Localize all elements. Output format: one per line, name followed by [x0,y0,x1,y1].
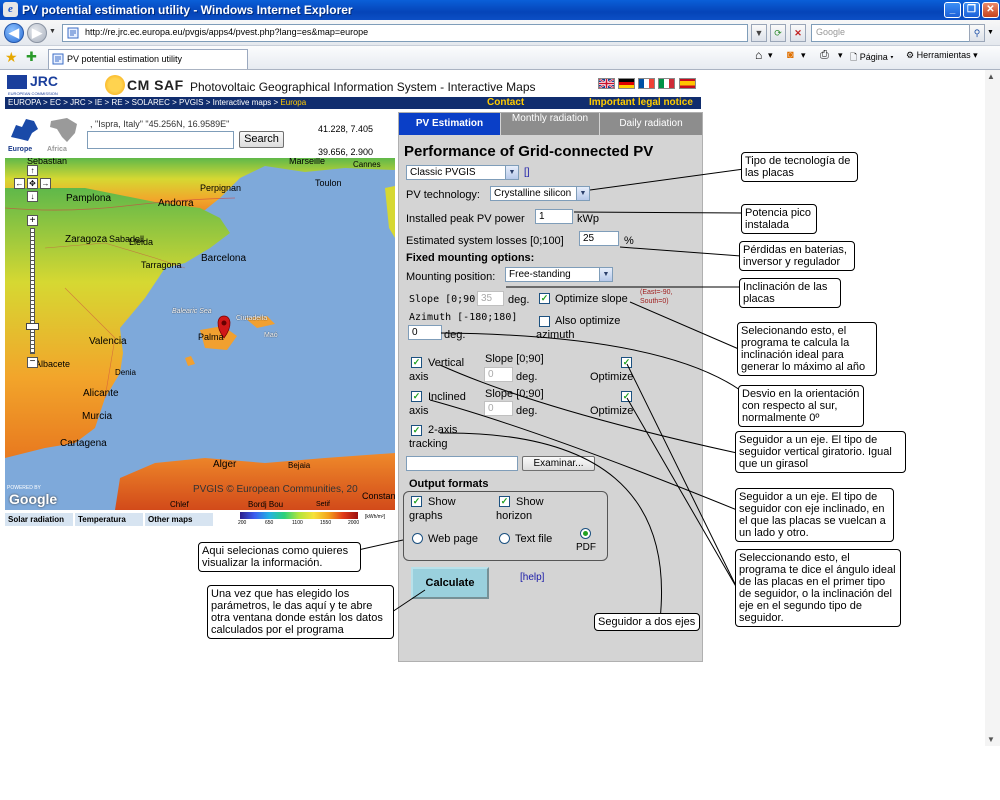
scroll-up-icon[interactable]: ▲ [987,72,995,81]
note-vertical-axis: Seguidor a un eje. El tipo de seguidor v… [735,431,906,473]
note-optimize: Seleccionando esto, el programa te dice … [735,549,901,627]
note-calculate: Una vez que has elegido los parámetros, … [207,585,394,639]
scroll-down-icon[interactable]: ▼ [987,735,995,744]
vertical-scrollbar[interactable] [985,70,1000,746]
note-output-formats: Aqui selecionas como quieres visualizar … [198,542,361,572]
note-optimize-slope: Selecionando esto, el programa te calcul… [737,322,877,376]
status-area [0,746,1000,800]
note-two-axis: Seguidor a dos ejes [594,613,700,631]
note-pv-technology: Tipo de tecnología de las placas [741,152,858,182]
note-inclined-axis: Seguidor a un eje. El tipo de seguidor c… [735,488,894,542]
note-peak-power: Potencia pico instalada [741,204,817,234]
note-system-losses: Pérdidas en baterias, inversor y regulad… [739,241,855,271]
note-inclination: Inclinación de las placas [739,278,841,308]
note-azimuth: Desvio en la orientación con respecto al… [738,385,864,427]
